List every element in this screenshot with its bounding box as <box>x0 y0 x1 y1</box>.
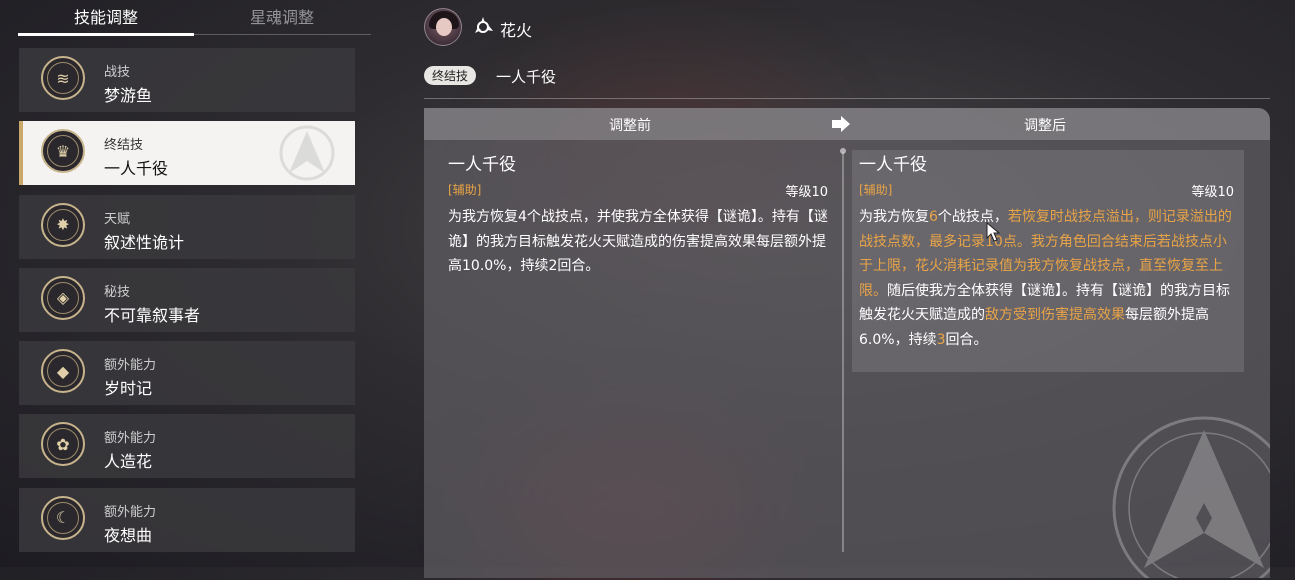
skill-type: 终结技 <box>104 138 144 154</box>
tab-skill-adjust[interactable]: 技能调整 <box>18 4 194 28</box>
path-elation-icon <box>475 17 493 33</box>
active-tab-indicator <box>18 33 194 36</box>
skill-title: 一人千役 <box>496 68 557 86</box>
skill-item-trace-3[interactable]: ☾ 额外能力 夜想曲 <box>19 487 355 552</box>
skill-name: 岁时记 <box>104 379 153 399</box>
moon-fish-icon: ☾ <box>41 495 85 540</box>
lantern-icon: ◆ <box>41 349 85 394</box>
skill-list: ≋ 战技 梦游鱼 ♛ 终结技 一人千役 ✸ 天赋 叙述性诡计 ◈ 秘技 不可靠叙… <box>19 48 355 561</box>
tab-eidolon-adjust[interactable]: 星魂调整 <box>194 4 370 28</box>
skill-type: 天赋 <box>104 211 131 227</box>
after-level: 等级10 <box>1191 185 1234 200</box>
skill-name: 梦游鱼 <box>104 86 153 105</box>
skill-item-ultimate[interactable]: ♛ 终结技 一人千役 <box>19 121 355 186</box>
skill-item-talent[interactable]: ✸ 天赋 叙述性诡计 <box>19 194 355 259</box>
skill-item-technique[interactable]: ◈ 秘技 不可靠叙事者 <box>19 267 355 332</box>
skill-name: 夜想曲 <box>104 525 153 545</box>
character-name: 花火 <box>500 21 533 40</box>
skill-name: 不可靠叙事者 <box>104 305 201 325</box>
skill-name: 叙述性诡计 <box>104 232 185 252</box>
mouse-cursor-icon <box>986 222 1000 242</box>
before-title: 一人千役 <box>448 155 516 175</box>
skill-item-battle-skill[interactable]: ≋ 战技 梦游鱼 <box>19 48 355 112</box>
comparison-panel: 调整前 调整后 一人千役 [辅助] 等级10 为我方恢复4个战技点，并使我方全体… <box>424 108 1270 578</box>
divider <box>424 98 1270 99</box>
skill-type-badge: 终结技 <box>424 66 477 85</box>
character-avatar <box>424 8 462 46</box>
comparison-header: 调整前 调整后 <box>424 108 1270 140</box>
skill-type: 秘技 <box>104 284 131 300</box>
arrow-right-icon <box>832 116 850 132</box>
skill-type: 额外能力 <box>104 358 157 374</box>
star-burst-icon: ✸ <box>41 202 85 247</box>
flower-icon: ✿ <box>41 422 85 467</box>
mask-icon: ♛ <box>41 129 85 174</box>
skill-type: 额外能力 <box>104 431 157 447</box>
path-emblem-icon <box>1112 416 1270 578</box>
tab-bar: 技能调整 星魂调整 <box>18 0 371 36</box>
before-column: 一人千役 [辅助] 等级10 为我方恢复4个战技点，并使我方全体获得【谜诡】。持… <box>448 150 828 279</box>
after-title: 一人千役 <box>859 155 927 175</box>
skill-name: 一人千役 <box>104 159 169 179</box>
after-label: 调整后 <box>1024 118 1066 134</box>
after-column: 一人千役 [辅助] 等级10 为我方恢复6个战技点，若恢复时战技点溢出，则记录溢… <box>852 150 1244 372</box>
skill-type: 战技 <box>104 65 131 80</box>
skill-item-trace-2[interactable]: ✿ 额外能力 人造花 <box>19 414 355 479</box>
column-divider <box>840 148 846 552</box>
before-level: 等级10 <box>785 185 828 200</box>
path-emblem-icon <box>279 125 335 181</box>
skill-name: 人造花 <box>104 452 153 472</box>
skill-item-trace-1[interactable]: ◆ 额外能力 岁时记 <box>19 341 355 406</box>
fish-icon: ≋ <box>41 56 85 100</box>
after-description: 为我方恢复6个战技点，若恢复时战技点溢出，则记录溢出的战技点数，最多记录10点。… <box>859 209 1232 348</box>
before-label: 调整前 <box>609 118 651 134</box>
after-tag: [辅助] <box>859 183 893 197</box>
skill-type: 额外能力 <box>104 504 157 520</box>
before-description: 为我方恢复4个战技点，并使我方全体获得【谜诡】。持有【谜诡】的我方目标触发花火天… <box>448 209 828 274</box>
before-tag: [辅助] <box>448 183 482 197</box>
fox-mask-icon: ◈ <box>41 275 85 320</box>
